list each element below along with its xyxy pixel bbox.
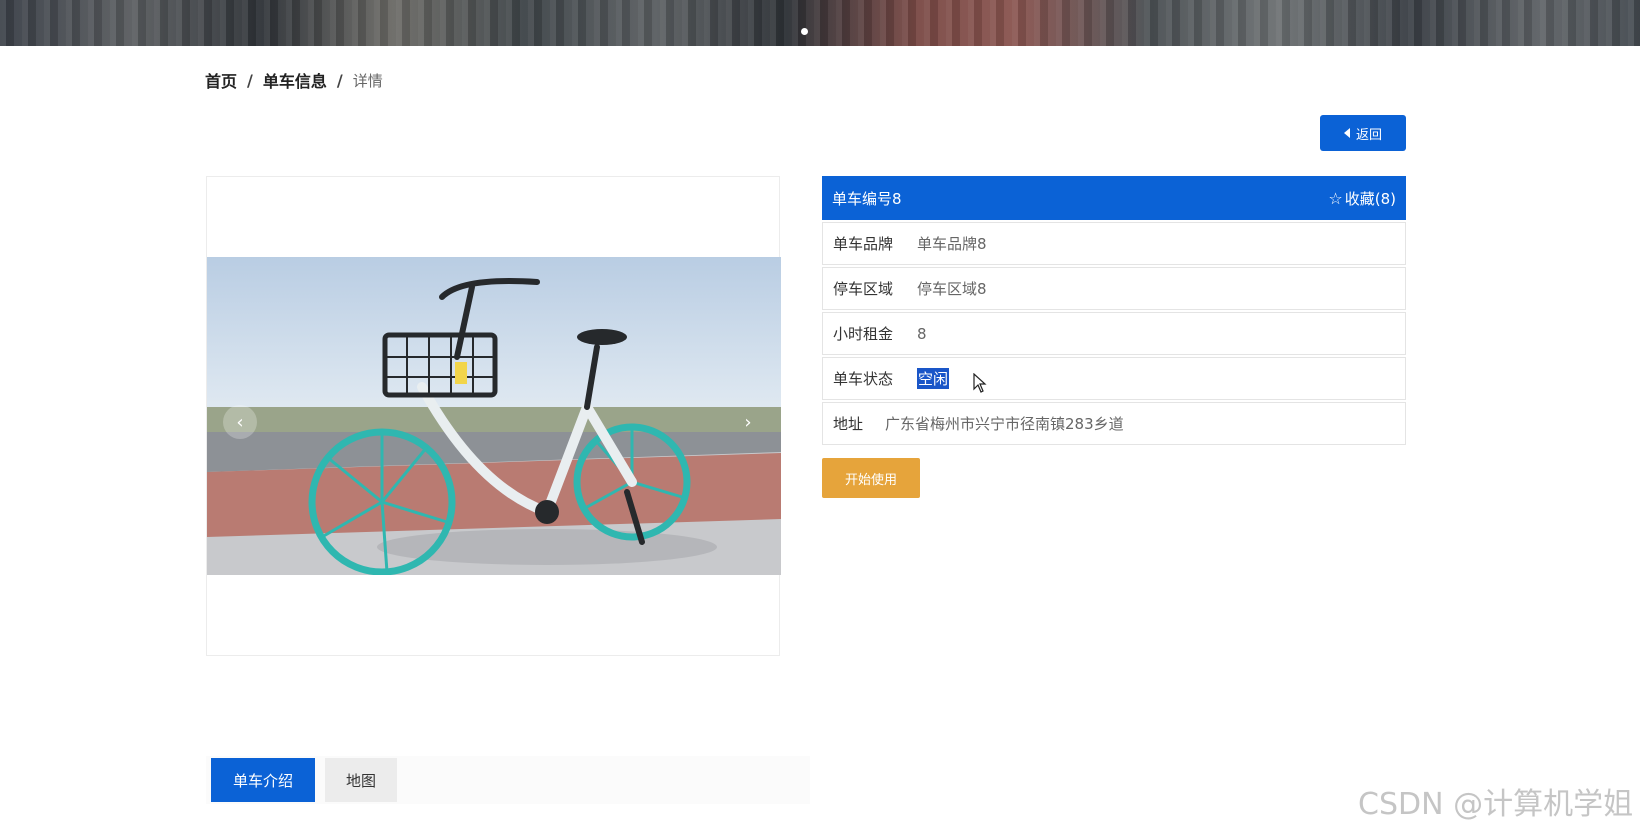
hero-banner [0, 0, 1640, 46]
field-value: 停车区域8 [917, 280, 987, 298]
tab-bike-intro[interactable]: 单车介绍 [211, 758, 315, 802]
image-gallery: ‹ › [206, 176, 781, 656]
field-parking-area: 停车区域 停车区域8 [822, 267, 1406, 310]
info-header: 单车编号8 ☆ 收藏(8) [822, 176, 1406, 220]
tab-map[interactable]: 地图 [325, 758, 397, 802]
back-button-label: 返回 [1355, 127, 1382, 143]
bike-info-panel: 单车编号8 ☆ 收藏(8) 单车品牌 单车品牌8 停车区域 停车区域8 小时租金… [822, 176, 1406, 445]
field-label: 地址 [833, 415, 864, 433]
breadcrumb-separator: / [247, 70, 253, 90]
breadcrumb-current: 详情 [352, 71, 383, 90]
carousel-dot[interactable] [801, 28, 808, 35]
back-button[interactable]: 返回 [1320, 115, 1406, 151]
field-label: 小时租金 [833, 325, 894, 343]
field-address: 地址 广东省梅州市兴宁市径南镇283乡道 [822, 402, 1406, 445]
chevron-left-icon: ‹ [236, 411, 244, 433]
field-label: 停车区域 [833, 280, 894, 298]
detail-tabs: 单车介绍 地图 [206, 756, 810, 804]
star-outline-icon: ☆ [1328, 188, 1343, 208]
watermark: CSDN @计算机学姐 [1358, 787, 1634, 822]
field-brand: 单车品牌 单车品牌8 [822, 222, 1406, 265]
start-use-button[interactable]: 开始使用 [822, 458, 920, 498]
field-label: 单车品牌 [833, 235, 894, 253]
carousel-prev-button[interactable]: ‹ [223, 405, 257, 439]
bike-illustration [207, 257, 781, 575]
mouse-cursor-icon [973, 373, 987, 393]
banner-city-image [0, 0, 1640, 46]
favorite-label: 收藏(8) [1344, 189, 1396, 208]
field-status: 单车状态 空闲 [822, 357, 1406, 400]
field-value: 单车品牌8 [917, 235, 987, 253]
field-label: 单车状态 [833, 370, 894, 388]
breadcrumb-separator: / [336, 70, 343, 90]
breadcrumb-list[interactable]: 单车信息 [263, 68, 327, 92]
breadcrumb: 首页 / 单车信息 / 详情 [205, 68, 383, 92]
favorite-button[interactable]: ☆ 收藏(8) [1328, 188, 1396, 209]
field-value: 广东省梅州市兴宁市径南镇283乡道 [885, 415, 1124, 433]
field-value-selected: 空闲 [917, 368, 950, 389]
breadcrumb-home[interactable]: 首页 [205, 68, 237, 92]
chevron-right-icon: › [744, 411, 752, 433]
carousel-next-button[interactable]: › [731, 405, 765, 439]
caret-left-icon [1343, 128, 1350, 138]
bike-title: 单车编号8 [832, 189, 902, 208]
field-hourly-rent: 小时租金 8 [822, 312, 1406, 355]
field-value: 8 [917, 324, 927, 343]
bike-photo: ‹ › [207, 257, 781, 575]
